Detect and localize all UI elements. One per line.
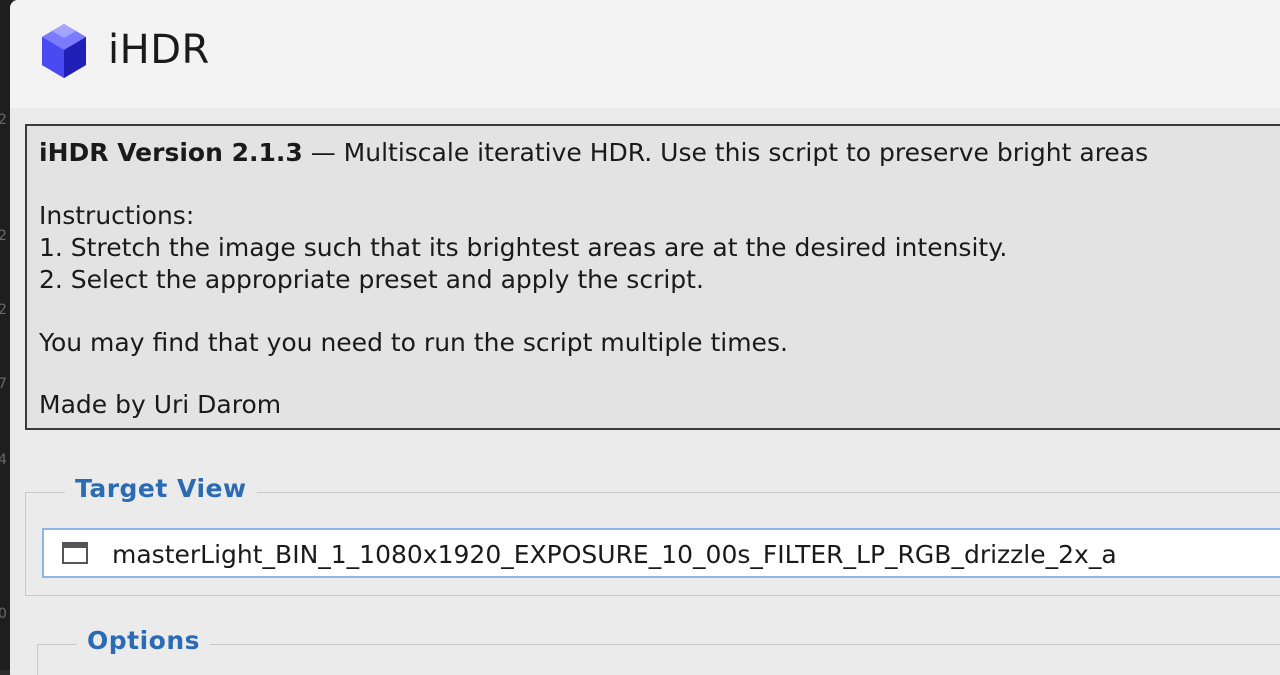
instruction-step-2: 2. Select the appropriate preset and app…	[39, 265, 704, 294]
blue-cube-icon	[42, 24, 86, 78]
target-view-select[interactable]: masterLight_BIN_1_1080x1920_EXPOSURE_10_…	[42, 528, 1280, 578]
edge-fragment: 2	[0, 228, 7, 244]
description-text: — Multiscale iterative HDR. Use this scr…	[302, 138, 1149, 167]
window-icon	[62, 542, 88, 564]
script-description-box: iHDR Version 2.1.3 — Multiscale iterativ…	[25, 124, 1280, 430]
options-group	[37, 644, 1280, 675]
instruction-step-1: 1. Stretch the image such that its brigh…	[39, 233, 1008, 262]
window-title: iHDR	[108, 27, 210, 73]
version-heading: iHDR Version 2.1.3	[39, 138, 303, 167]
instructions-label: Instructions:	[39, 201, 195, 230]
edge-fragment: 4	[0, 452, 7, 468]
ihdr-dialog: iHDR iHDR Version 2.1.3 — Multiscale ite…	[10, 0, 1280, 675]
author-credit: Made by Uri Darom	[39, 390, 282, 419]
target-view-value: masterLight_BIN_1_1080x1920_EXPOSURE_10_…	[112, 540, 1117, 569]
edge-fragment: 7	[0, 376, 7, 392]
description-first-line: iHDR Version 2.1.3 — Multiscale iterativ…	[39, 138, 1148, 167]
edge-fragment: 2	[0, 112, 7, 128]
target-view-label: Target View	[65, 474, 257, 503]
title-bar[interactable]: iHDR	[10, 0, 1280, 108]
options-label: Options	[77, 626, 211, 655]
edge-fragment: 0	[0, 606, 7, 622]
usage-note: You may find that you need to run the sc…	[39, 328, 788, 357]
edge-fragment: 2	[0, 302, 7, 318]
